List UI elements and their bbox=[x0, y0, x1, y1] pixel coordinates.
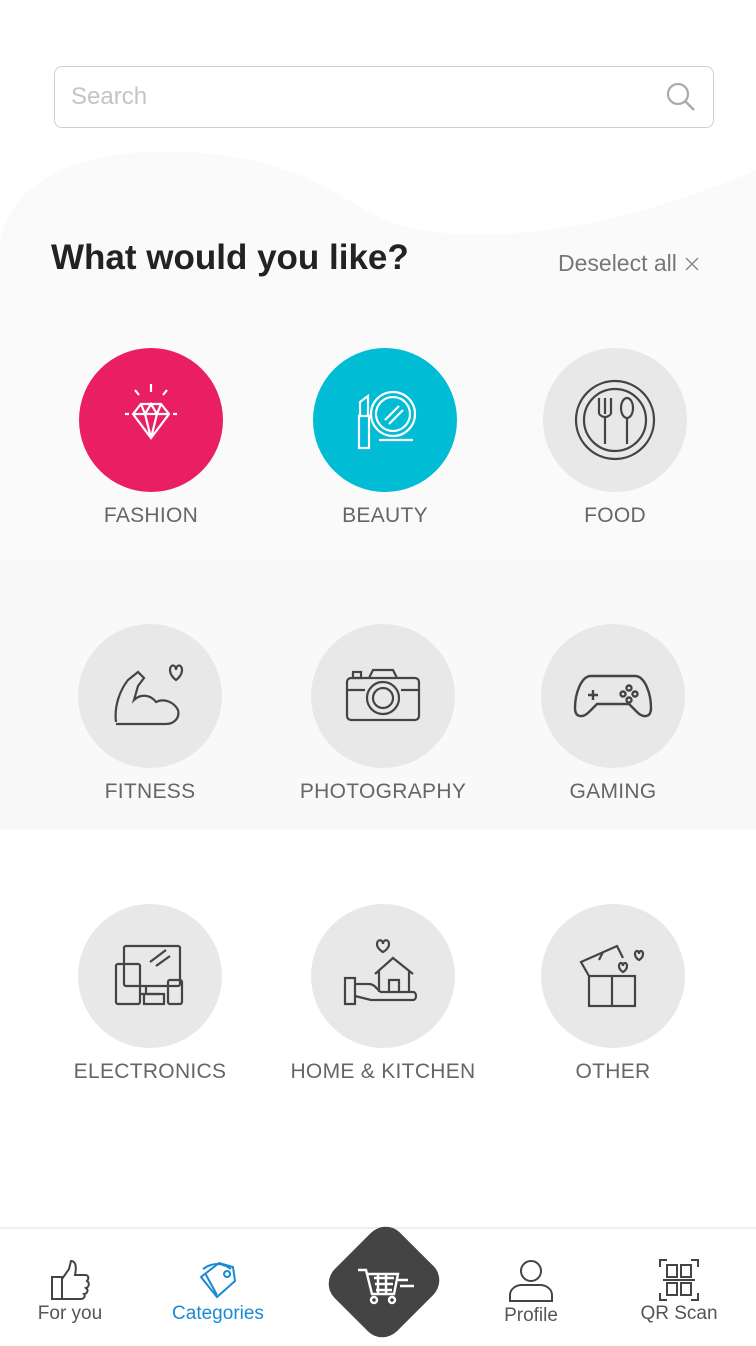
search-icon[interactable] bbox=[665, 81, 697, 113]
category-circle bbox=[78, 624, 222, 768]
deselect-all-button[interactable]: Deselect all bbox=[558, 250, 699, 277]
category-circle bbox=[541, 624, 685, 768]
cart-icon[interactable] bbox=[356, 1262, 416, 1308]
category-label: OTHER bbox=[575, 1060, 651, 1083]
category-home-kitchen[interactable]: HOME & KITCHEN bbox=[268, 904, 498, 1084]
nav-label: Profile bbox=[504, 1305, 558, 1326]
nav-label: For you bbox=[37, 1303, 103, 1324]
category-circle bbox=[311, 624, 455, 768]
category-beauty[interactable]: BEAUTY bbox=[270, 348, 500, 528]
nav-label: Categories bbox=[172, 1303, 264, 1324]
category-food[interactable]: FOOD bbox=[500, 348, 730, 528]
diamond-icon bbox=[125, 384, 177, 440]
user-icon bbox=[509, 1260, 553, 1302]
category-fitness[interactable]: FITNESS bbox=[35, 624, 265, 804]
close-icon bbox=[685, 256, 699, 271]
nav-profile[interactable]: Profile bbox=[471, 1259, 591, 1327]
category-photography[interactable]: PHOTOGRAPHY bbox=[268, 624, 498, 804]
plate-cutlery-icon bbox=[574, 379, 656, 461]
category-fashion[interactable]: FASHION bbox=[36, 348, 266, 528]
tag-icon bbox=[199, 1261, 237, 1299]
category-circle bbox=[78, 904, 222, 1048]
nav-qr-scan[interactable]: QR Scan bbox=[619, 1259, 739, 1325]
thumbs-up-icon bbox=[51, 1259, 90, 1300]
category-circle bbox=[541, 904, 685, 1048]
category-electronics[interactable]: ELECTRONICS bbox=[35, 904, 265, 1084]
category-circle bbox=[311, 904, 455, 1048]
qr-code-icon bbox=[659, 1259, 699, 1301]
search-bar[interactable] bbox=[54, 66, 714, 128]
category-other[interactable]: OTHER bbox=[498, 904, 728, 1084]
category-circle bbox=[543, 348, 687, 492]
page-title: What would you like? bbox=[51, 238, 409, 277]
camera-icon bbox=[345, 668, 421, 722]
category-label: FITNESS bbox=[104, 780, 196, 803]
muscle-arm-icon bbox=[114, 664, 184, 726]
deselect-all-label: Deselect all bbox=[558, 250, 677, 276]
category-label: BEAUTY bbox=[342, 504, 428, 527]
category-label: FASHION bbox=[103, 504, 199, 527]
category-label: ELECTRONICS bbox=[73, 1060, 227, 1083]
category-label: GAMING bbox=[569, 780, 657, 803]
category-label: PHOTOGRAPHY bbox=[299, 780, 467, 803]
category-circle bbox=[313, 348, 457, 492]
nav-label: QR Scan bbox=[640, 1303, 718, 1324]
category-circle bbox=[79, 348, 223, 492]
gamepad-icon bbox=[573, 674, 653, 718]
category-label: HOME & KITCHEN bbox=[290, 1060, 476, 1083]
search-input[interactable] bbox=[71, 83, 665, 111]
gift-icon bbox=[579, 944, 645, 1008]
category-label: FOOD bbox=[584, 504, 646, 527]
home-hand-icon bbox=[343, 939, 418, 1006]
lipstick-mirror-icon bbox=[357, 390, 417, 450]
category-gaming[interactable]: GAMING bbox=[498, 624, 728, 804]
nav-for-you[interactable]: For you bbox=[10, 1259, 130, 1325]
nav-categories[interactable]: Categories bbox=[158, 1259, 278, 1325]
devices-icon bbox=[114, 944, 184, 1006]
